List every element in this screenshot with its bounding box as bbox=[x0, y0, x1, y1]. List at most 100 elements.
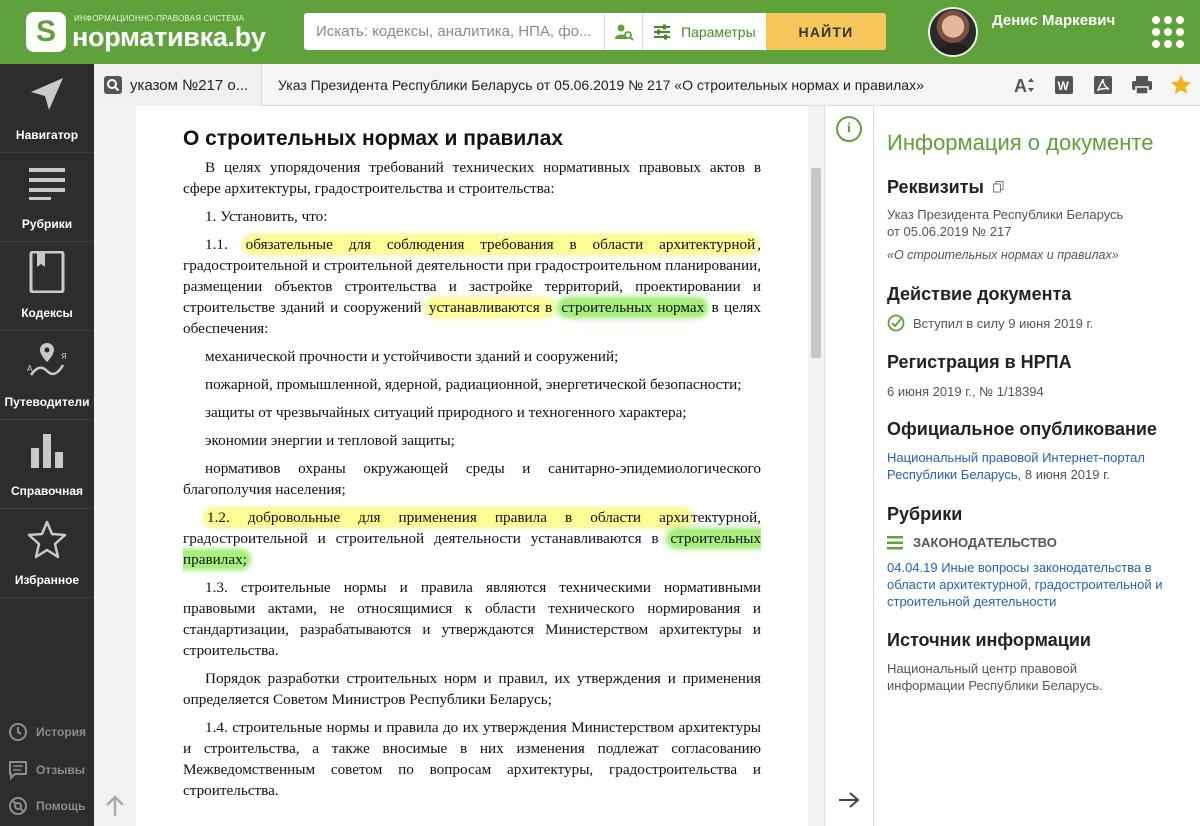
guides-icon: AЯ bbox=[25, 339, 69, 383]
highlight-yellow[interactable]: обязательные для соблюдения требования в… bbox=[243, 236, 758, 253]
sidebar-item-label: Избранное bbox=[14, 573, 80, 587]
word-export-button[interactable]: W bbox=[1044, 64, 1083, 106]
find-button[interactable]: НАЙТИ bbox=[766, 13, 886, 50]
document-area: О строительных нормах и правилах В целях… bbox=[94, 106, 824, 826]
search-query-tab[interactable]: указом №217 о... bbox=[94, 64, 262, 106]
publication-heading: Официальное опубликование bbox=[887, 419, 1157, 439]
document-toolbar: A W bbox=[1005, 64, 1200, 106]
sidebar-item-navigator[interactable]: Навигатор bbox=[0, 64, 94, 153]
paragraph: 1. Установить, что: bbox=[205, 208, 328, 225]
svg-text:A: A bbox=[1014, 76, 1027, 95]
search-input[interactable] bbox=[304, 13, 604, 50]
help-icon bbox=[9, 797, 27, 815]
paragraph: нормативов охраны окружающей среды и сан… bbox=[183, 460, 761, 498]
font-size-button[interactable]: A bbox=[1005, 64, 1044, 106]
rubrics-icon bbox=[25, 161, 69, 205]
collapse-panel-button[interactable] bbox=[837, 790, 861, 816]
search-bar: Параметры НАЙТИ bbox=[304, 13, 886, 50]
favorites-icon bbox=[25, 517, 69, 561]
list-icon bbox=[887, 535, 903, 549]
info-panel-title: Информация о документе bbox=[887, 130, 1154, 155]
paragraph: 1.2. добровольные для применения правила… bbox=[183, 507, 762, 570]
sidebar-history[interactable]: История bbox=[0, 714, 94, 750]
action-status: Вступил в силу 9 июня 2019 г. bbox=[887, 314, 1187, 332]
person-search-button[interactable] bbox=[604, 13, 642, 50]
document-text: О строительных нормах и правилах В целях… bbox=[183, 127, 762, 808]
paragraph: защиты от чрезвычайных ситуаций природно… bbox=[205, 404, 687, 421]
paragraph: экономии энергии и тепловой защиты; bbox=[205, 432, 455, 449]
params-button[interactable]: Параметры bbox=[642, 13, 766, 50]
rubrics-heading: Рубрики bbox=[887, 504, 963, 524]
check-circle-icon bbox=[887, 314, 905, 332]
history-label: История bbox=[36, 725, 87, 739]
document-page: О строительных нормах и правилах В целях… bbox=[136, 106, 808, 826]
rubric-category: ЗАКОНОДАТЕЛЬСТВО bbox=[887, 534, 1187, 551]
source-text: Национальный центр правовой информации Р… bbox=[887, 661, 1103, 693]
params-label: Параметры bbox=[681, 23, 756, 40]
paragraph: Порядок разработки строительных норм и п… bbox=[183, 670, 761, 708]
sidebar-item-label: Справочная bbox=[10, 484, 84, 498]
document-info-panel: Информация о документе Реквизиты Указ Пр… bbox=[874, 106, 1200, 826]
feedback-icon bbox=[9, 761, 27, 780]
search-icon bbox=[104, 76, 122, 94]
requisites-line-3: «О строительных нормах и правилах» bbox=[887, 248, 1119, 262]
paragraph: В целях упорядочения требований техничес… bbox=[183, 159, 761, 197]
favorite-button[interactable] bbox=[1161, 64, 1200, 106]
svg-text:W: W bbox=[1057, 79, 1069, 93]
requisites-label: Реквизиты bbox=[887, 177, 984, 197]
requisites-heading: Реквизиты bbox=[887, 177, 1004, 198]
user-name[interactable]: Денис Маркевич bbox=[992, 12, 1115, 29]
svg-text:Я: Я bbox=[61, 352, 67, 361]
sidebar-item-label: Кодексы bbox=[21, 306, 73, 320]
info-icon[interactable]: i bbox=[836, 116, 862, 142]
printer-icon bbox=[1131, 76, 1152, 95]
document-tab-bar: указом №217 о... Указ Президента Республ… bbox=[94, 64, 1200, 106]
arrow-up-icon bbox=[106, 795, 124, 816]
sidebar-item-label: Путеводители bbox=[4, 395, 90, 409]
document-title: О строительных нормах и правилах bbox=[183, 127, 564, 150]
sidebar-item-label: Рубрики bbox=[21, 217, 73, 231]
sliders-icon bbox=[654, 24, 670, 39]
star-icon bbox=[1170, 75, 1191, 94]
document-tab-title[interactable]: Указ Президента Республики Беларусь от 0… bbox=[278, 64, 924, 106]
registration-heading: Регистрация в НРПА bbox=[887, 352, 1072, 372]
search-query-text: указом №217 о... bbox=[130, 76, 249, 94]
font-size-icon: A bbox=[1014, 76, 1034, 95]
highlight-yellow[interactable]: 1.2. добровольные для применения правила… bbox=[205, 509, 692, 526]
panel-toggle-column: i bbox=[824, 106, 874, 826]
requisites-line-2: от 05.06.2019 № 217 bbox=[887, 224, 1012, 239]
highlight-yellow[interactable]: устанавливаются в bbox=[426, 299, 555, 316]
sidebar-item-guides[interactable]: AЯ Путеводители bbox=[0, 331, 94, 420]
source-heading: Источник информации bbox=[887, 630, 1091, 650]
logo-icon: S bbox=[26, 12, 66, 52]
print-button[interactable] bbox=[1122, 64, 1161, 106]
scroll-thumb[interactable] bbox=[811, 168, 821, 358]
paragraph: 1.4. строительные нормы и правила до их … bbox=[183, 719, 761, 799]
sidebar-help[interactable]: Помощь bbox=[0, 788, 94, 824]
word-icon: W bbox=[1054, 76, 1073, 94]
person-search-icon bbox=[614, 24, 634, 41]
sidebar-item-favorites[interactable]: Избранное bbox=[0, 509, 94, 598]
history-icon bbox=[9, 723, 27, 741]
apps-grid-icon[interactable] bbox=[1152, 16, 1184, 48]
arrow-right-icon bbox=[839, 792, 860, 808]
publication-text: Национальный правовой Интернет-портал Ре… bbox=[887, 449, 1182, 483]
sidebar-feedback[interactable]: Отзывы bbox=[0, 752, 94, 788]
sidebar-item-reference[interactable]: Справочная bbox=[0, 420, 94, 509]
requisites-line-1: Указ Президента Республики Беларусь bbox=[887, 207, 1124, 222]
copy-icon[interactable] bbox=[992, 181, 1004, 193]
sidebar-item-codes[interactable]: Кодексы bbox=[0, 242, 94, 331]
scroll-up-button[interactable] bbox=[100, 791, 130, 821]
logo-title: нормативка.by bbox=[72, 22, 266, 52]
feedback-label: Отзывы bbox=[36, 763, 86, 777]
pdf-export-button[interactable] bbox=[1083, 64, 1122, 106]
rubric-link[interactable]: 04.04.19 Иные вопросы законодательства в… bbox=[887, 559, 1187, 610]
paragraph: механической прочности и устойчивости зд… bbox=[205, 348, 619, 365]
action-status-text: Вступил в силу 9 июня 2019 г. bbox=[913, 315, 1094, 331]
logo[interactable]: S ИНФОРМАЦИОННО-ПРАВОВАЯ СИСТЕМА нормати… bbox=[26, 12, 266, 54]
avatar[interactable] bbox=[928, 7, 978, 57]
sidebar-item-rubrics[interactable]: Рубрики bbox=[0, 153, 94, 242]
highlight-green[interactable]: строительных нормах bbox=[559, 299, 707, 316]
reference-icon bbox=[25, 428, 69, 472]
document-scrollbar[interactable] bbox=[808, 106, 824, 826]
